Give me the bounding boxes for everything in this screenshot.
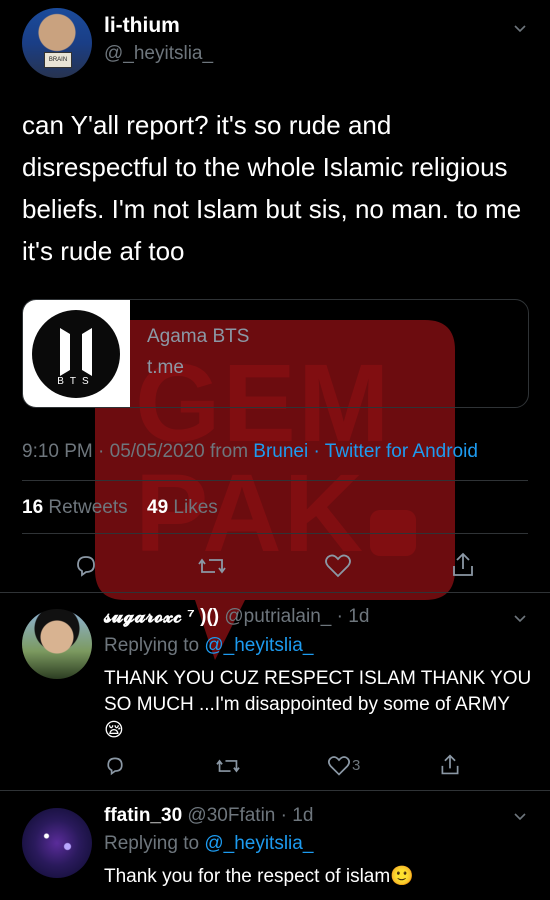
reply-text: THANK YOU CUZ RESPECT ISLAM THANK YOU SO… bbox=[104, 668, 532, 741]
reply-like-count: 3 bbox=[352, 757, 361, 774]
card-domain: t.me bbox=[147, 357, 184, 378]
author-handle[interactable]: @_heyitslia_ bbox=[104, 43, 213, 65]
share-icon[interactable] bbox=[439, 753, 461, 777]
author-avatar[interactable]: BRAIN bbox=[22, 8, 92, 78]
bts-logo-text: BTS bbox=[57, 376, 95, 387]
likes-label: Likes bbox=[173, 497, 218, 518]
tweet-location-link[interactable]: Brunei bbox=[253, 441, 308, 462]
reply-age: · 1d bbox=[336, 606, 370, 627]
reply-avatar[interactable] bbox=[22, 609, 92, 679]
reply-handle[interactable]: @putrialain_ bbox=[224, 606, 331, 627]
reply-text: Thank you for the respect of islam🙂 bbox=[104, 866, 414, 887]
replying-to-label: Replying to bbox=[104, 635, 205, 656]
reply-header: 𝓼𝓾𝓰𝓪𝓻𝓸𝔁𝓬 ⁷ )() @putrialain_ · 1d bbox=[104, 606, 369, 628]
bts-logo: BTS bbox=[32, 310, 120, 398]
chevron-down-icon[interactable] bbox=[513, 810, 527, 824]
reply-display-name[interactable]: ffatin_30 bbox=[104, 805, 182, 826]
divider-top bbox=[22, 480, 528, 481]
tweet-text: can Y'all report? it's so rude and disre… bbox=[22, 110, 522, 266]
divider-reply bbox=[0, 790, 550, 791]
reply-header: ffatin_30 @30Ffatin · 1d bbox=[104, 805, 313, 827]
reply-age: · 1d bbox=[280, 805, 314, 826]
divider-mid bbox=[22, 533, 528, 534]
retweets-stat[interactable]: 16 Retweets bbox=[22, 497, 128, 519]
tweet-meta: 9:10 PM · 05/05/2020 from Brunei · Twitt… bbox=[22, 441, 478, 463]
replying-to-line: Replying to @_heyitslia_ bbox=[104, 635, 313, 657]
chevron-down-icon[interactable] bbox=[513, 22, 527, 36]
link-card[interactable]: BTS Agama BTS t.me bbox=[22, 299, 529, 408]
likes-count: 49 bbox=[147, 497, 169, 518]
share-icon[interactable] bbox=[450, 551, 476, 579]
tweet-meta-separator: · bbox=[308, 441, 325, 462]
reply-display-name[interactable]: 𝓼𝓾𝓰𝓪𝓻𝓸𝔁𝓬 ⁷ )() bbox=[104, 606, 219, 627]
card-title: Agama BTS bbox=[147, 326, 250, 347]
reply-icon[interactable] bbox=[73, 553, 99, 579]
card-thumbnail: BTS bbox=[23, 300, 130, 407]
author-display-name[interactable]: li-thium bbox=[104, 14, 180, 38]
divider-bottom bbox=[0, 592, 550, 593]
likes-stat[interactable]: 49 Likes bbox=[147, 497, 218, 519]
replying-to-handle[interactable]: @_heyitslia_ bbox=[204, 833, 313, 854]
reply-icon[interactable] bbox=[104, 755, 126, 777]
retweets-label: Retweets bbox=[48, 497, 128, 518]
like-heart-icon[interactable] bbox=[324, 553, 352, 579]
tweet-time-date: 9:10 PM · 05/05/2020 from bbox=[22, 441, 254, 462]
replying-to-handle[interactable]: @_heyitslia_ bbox=[204, 635, 313, 656]
retweets-count: 16 bbox=[22, 497, 44, 518]
replying-to-line: Replying to @_heyitslia_ bbox=[104, 833, 313, 855]
retweet-icon[interactable] bbox=[215, 755, 241, 777]
chevron-down-icon[interactable] bbox=[513, 612, 527, 626]
replying-to-label: Replying to bbox=[104, 833, 205, 854]
like-heart-icon[interactable] bbox=[327, 755, 351, 777]
avatar-badge: BRAIN bbox=[44, 52, 72, 68]
tweet-source-link[interactable]: Twitter for Android bbox=[325, 441, 478, 462]
reply-handle[interactable]: @30Ffatin bbox=[187, 805, 275, 826]
reply-avatar[interactable] bbox=[22, 808, 92, 878]
retweet-icon[interactable] bbox=[197, 553, 227, 579]
